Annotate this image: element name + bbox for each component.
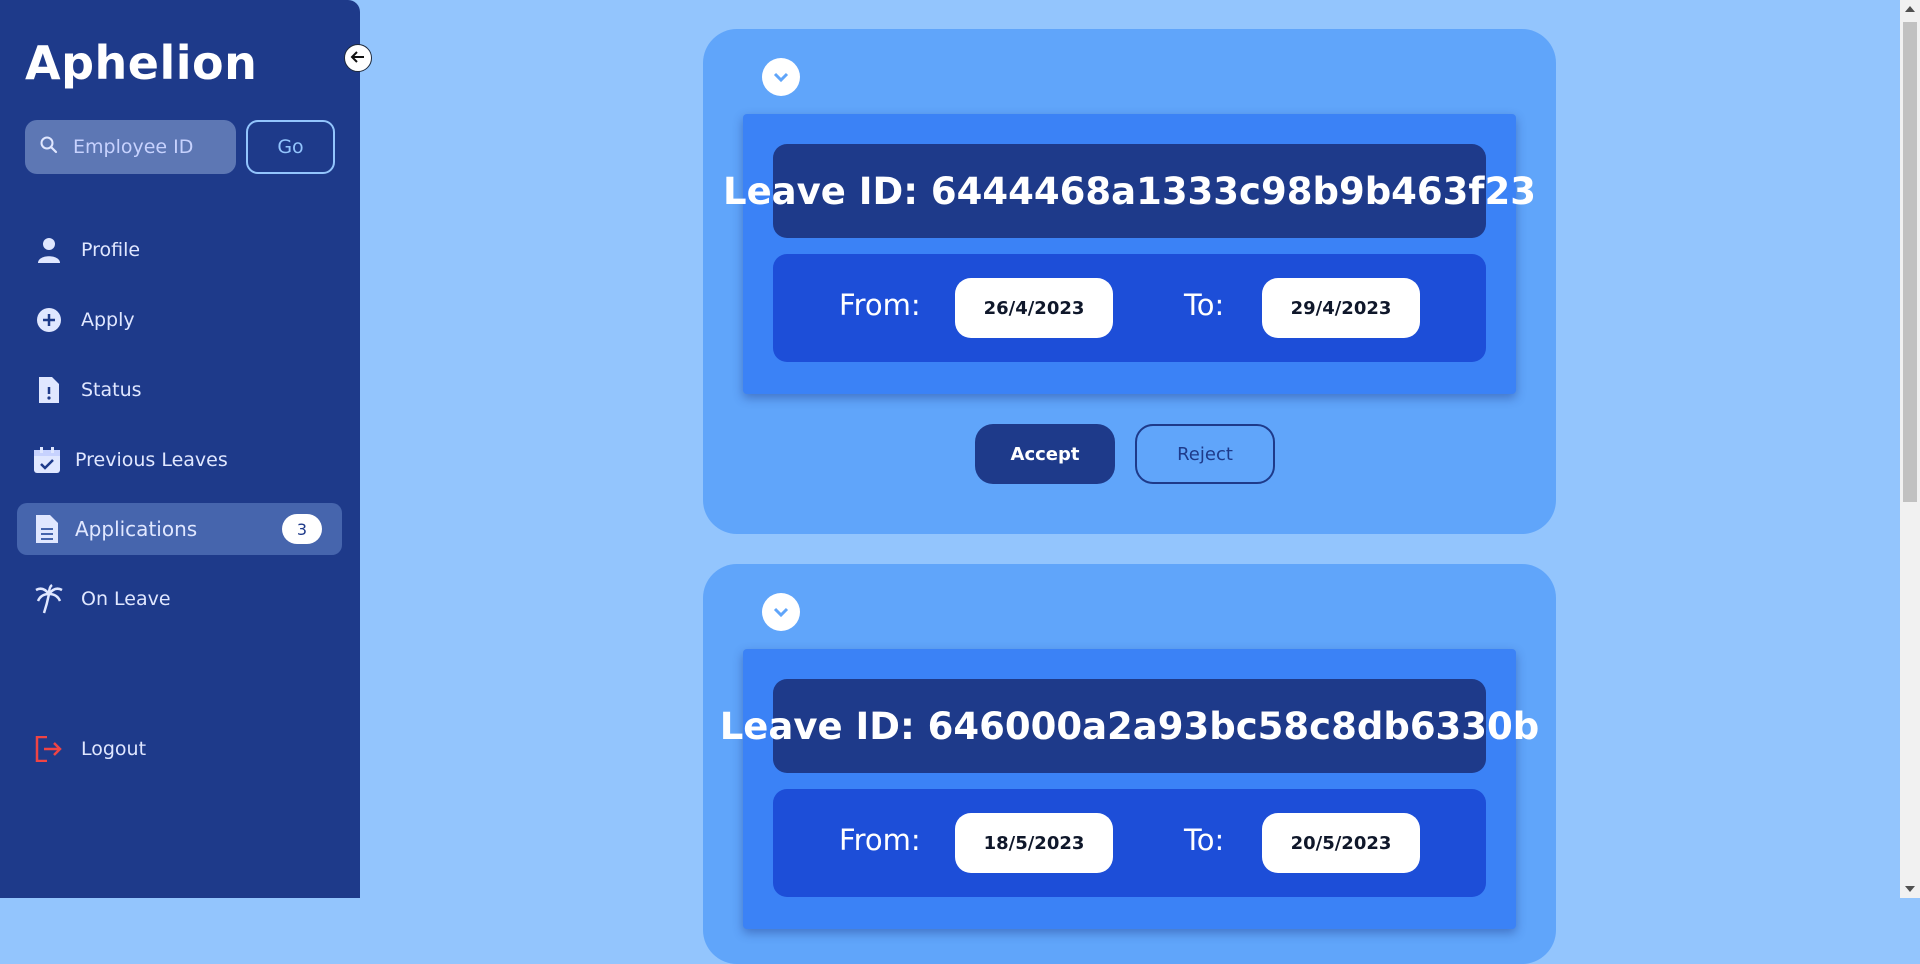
palm-tree-icon [31, 584, 67, 614]
expand-toggle[interactable] [762, 593, 800, 631]
date-range: From: 18/5/2023 To: 20/5/2023 [773, 789, 1486, 897]
file-exclamation-icon [31, 376, 67, 404]
from-label: From: [839, 288, 921, 322]
scroll-up-arrow[interactable] [1905, 6, 1915, 12]
application-card: Leave ID: 646000a2a93bc58c8db6330b From:… [703, 564, 1556, 964]
expand-toggle[interactable] [762, 58, 800, 96]
count-badge: 3 [282, 514, 322, 544]
to-label: To: [1184, 823, 1225, 857]
logout-button[interactable]: Logout [17, 723, 342, 775]
go-button[interactable]: Go [246, 120, 335, 174]
sidebar-item-label: On Leave [81, 588, 171, 610]
arrow-left-icon [350, 49, 366, 68]
sidebar-item-on-leave[interactable]: On Leave [17, 573, 342, 625]
sidebar-item-label: Applications [75, 517, 198, 541]
to-date: 20/5/2023 [1262, 813, 1420, 873]
leave-id: Leave ID: 646000a2a93bc58c8db6330b [720, 679, 1539, 773]
leave-details-panel: Leave ID: 6444468a1333c98b9b463f23 From:… [723, 114, 1536, 394]
user-icon [31, 236, 67, 264]
document-icon [29, 514, 65, 544]
page-scrollbar[interactable] [1900, 0, 1920, 898]
sidebar-item-status[interactable]: Status [17, 364, 342, 416]
sidebar-item-label: Status [81, 379, 142, 401]
sidebar: Aphelion Go Profile Apply Status Previou… [0, 0, 360, 898]
logout-label: Logout [81, 738, 147, 760]
accept-button[interactable]: Accept [975, 424, 1115, 484]
leave-id: Leave ID: 6444468a1333c98b9b463f23 [723, 144, 1536, 238]
application-card: Leave ID: 6444468a1333c98b9b463f23 From:… [703, 29, 1556, 534]
employee-id-input[interactable] [71, 135, 225, 159]
from-date: 26/4/2023 [955, 278, 1113, 338]
from-date: 18/5/2023 [955, 813, 1113, 873]
sidebar-item-previous-leaves[interactable]: Previous Leaves [17, 434, 342, 486]
to-label: To: [1184, 288, 1225, 322]
scrollbar-thumb[interactable] [1903, 22, 1917, 502]
sidebar-item-profile[interactable]: Profile [17, 224, 342, 276]
sidebar-item-label: Previous Leaves [75, 449, 228, 471]
logout-icon [31, 736, 67, 762]
to-date: 29/4/2023 [1262, 278, 1420, 338]
leave-details-panel: Leave ID: 646000a2a93bc58c8db6330b From:… [720, 649, 1539, 929]
search-box[interactable] [25, 120, 236, 174]
scroll-down-arrow[interactable] [1905, 886, 1915, 892]
plus-circle-icon [31, 307, 67, 333]
sidebar-item-apply[interactable]: Apply [17, 294, 342, 346]
sidebar-item-applications[interactable]: Applications 3 [17, 503, 342, 555]
reject-button[interactable]: Reject [1135, 424, 1275, 484]
chevron-down-icon [773, 603, 789, 622]
from-label: From: [839, 823, 921, 857]
date-range: From: 26/4/2023 To: 29/4/2023 [773, 254, 1486, 362]
search-icon [39, 135, 59, 159]
calendar-check-icon [29, 446, 65, 474]
sidebar-item-label: Profile [81, 239, 141, 261]
sidebar-item-label: Apply [81, 309, 135, 331]
app-title: Aphelion [25, 36, 258, 90]
collapse-sidebar-button[interactable] [344, 44, 372, 72]
chevron-down-icon [773, 68, 789, 87]
